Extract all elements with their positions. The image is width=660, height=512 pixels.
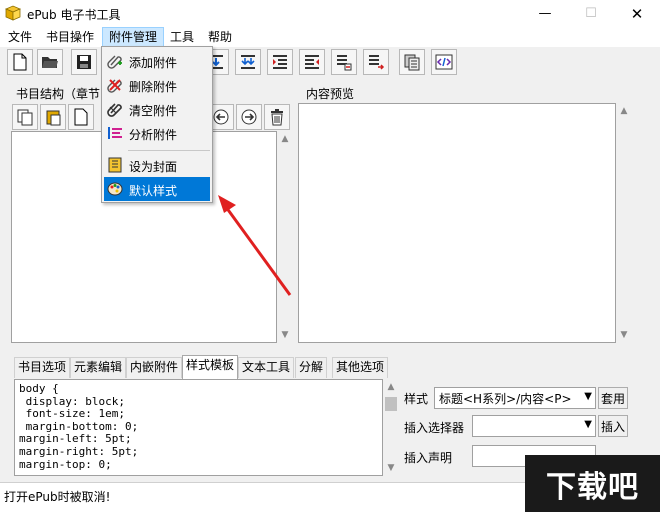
- trash-icon[interactable]: [264, 104, 290, 130]
- menu-set-as-cover-label: 设为封面: [129, 160, 178, 174]
- paperclip-delete-icon: [107, 77, 123, 93]
- new-chapter-icon[interactable]: [68, 104, 94, 130]
- menu-bar: 文件 书目操作 附件管理 工具 帮助: [0, 27, 660, 47]
- css-code-editor[interactable]: body { display: block; font-size: 1em; m…: [14, 379, 383, 476]
- title-bar: ePub 电子书工具 — ☐ ✕: [0, 0, 660, 27]
- scroll-thumb[interactable]: [385, 397, 397, 411]
- cover-icon: [107, 157, 123, 173]
- minimize-button[interactable]: —: [522, 0, 568, 27]
- menu-delete-attachment-label: 删除附件: [129, 80, 178, 94]
- chevron-down-icon: ▼: [584, 391, 592, 402]
- paperclip-add-icon: [107, 53, 123, 69]
- toolbar: [0, 47, 660, 79]
- outdent-icon[interactable]: [299, 49, 325, 75]
- status-text: 打开ePub时被取消!: [4, 490, 111, 504]
- tab-split[interactable]: 分解: [295, 357, 328, 378]
- paperclip-clear-icon: [107, 101, 123, 117]
- new-file-icon[interactable]: [7, 49, 33, 75]
- tab-book-options[interactable]: 书目选项: [14, 357, 71, 378]
- window-title: ePub 电子书工具: [27, 8, 121, 22]
- tab-embedded-attachments[interactable]: 内嵌附件: [126, 357, 183, 378]
- code-line: margin-top: 0;: [19, 457, 112, 471]
- arrow-right-icon[interactable]: [236, 104, 262, 130]
- scroll-down-icon[interactable]: ▼: [277, 327, 293, 343]
- style-select-value: 标题<H系列>/内容<P>: [439, 392, 572, 406]
- scroll-down-icon[interactable]: ▼: [616, 327, 632, 343]
- scroll-up-icon[interactable]: ▲: [383, 379, 399, 395]
- code-line: font-size: 1em;: [19, 407, 125, 421]
- menu-default-style[interactable]: 默认样式: [104, 177, 210, 201]
- code-line: body {: [19, 382, 59, 395]
- attachment-menu: 添加附件 删除附件 清空附件 分析附件 设为封面 默认样式: [101, 46, 213, 203]
- paste-icon[interactable]: [40, 104, 66, 130]
- menu-attachment-management[interactable]: 附件管理: [102, 27, 165, 47]
- content-preview-area[interactable]: [298, 103, 616, 343]
- menu-clear-attachments[interactable]: 清空附件: [104, 97, 210, 121]
- menu-tools[interactable]: 工具: [164, 27, 200, 47]
- open-folder-icon[interactable]: [37, 49, 63, 75]
- scroll-down-icon[interactable]: ▼: [383, 460, 399, 476]
- copy-icon[interactable]: [12, 104, 38, 130]
- style-select[interactable]: 标题<H系列>/内容<P> ▼: [434, 387, 596, 409]
- insert-declaration-label: 插入声明: [404, 451, 453, 465]
- style-label: 样式: [404, 392, 429, 406]
- menu-add-attachment[interactable]: 添加附件: [104, 49, 210, 73]
- app-book-icon: [4, 5, 22, 21]
- insert-selector-select[interactable]: ▼: [472, 415, 596, 437]
- copy-pages-icon[interactable]: [399, 49, 425, 75]
- book-structure-label: 书目结构（章节: [16, 87, 101, 101]
- menu-clear-attachments-label: 清空附件: [129, 104, 178, 118]
- save-icon[interactable]: [71, 49, 97, 75]
- split-icon[interactable]: [331, 49, 357, 75]
- maximize-button[interactable]: ☐: [568, 0, 614, 27]
- code-scrollbar[interactable]: ▲ ▼: [383, 379, 399, 476]
- scroll-up-icon[interactable]: ▲: [277, 131, 293, 147]
- apply-button[interactable]: 套用: [598, 387, 628, 409]
- menu-default-style-label: 默认样式: [129, 184, 178, 198]
- palette-icon: [107, 181, 123, 197]
- indent-icon[interactable]: [267, 49, 293, 75]
- insert-selector-label: 插入选择器: [404, 421, 465, 435]
- menu-add-attachment-label: 添加附件: [129, 56, 178, 70]
- annotation-arrow-icon: [218, 195, 292, 296]
- menu-help[interactable]: 帮助: [202, 27, 238, 47]
- chevron-down-icon: ▼: [584, 419, 592, 430]
- tab-other-options[interactable]: 其他选项: [332, 357, 389, 378]
- tab-element-edit[interactable]: 元素编辑: [70, 357, 127, 378]
- preview-scrollbar[interactable]: ▲ ▼: [616, 103, 632, 343]
- close-button[interactable]: ✕: [614, 0, 660, 27]
- insert-selector-button[interactable]: 插入: [598, 415, 628, 437]
- menu-set-as-cover[interactable]: 设为封面: [104, 153, 210, 177]
- analyze-icon: [107, 125, 123, 141]
- code-view-icon[interactable]: [431, 49, 457, 75]
- menu-analyze-attachments-label: 分析附件: [129, 128, 178, 142]
- menu-separator: [128, 150, 210, 151]
- menu-file[interactable]: 文件: [2, 27, 38, 47]
- code-line: margin-right: 5pt;: [19, 444, 139, 458]
- menu-delete-attachment[interactable]: 删除附件: [104, 73, 210, 97]
- menu-book-operations[interactable]: 书目操作: [40, 27, 100, 47]
- merge-icon[interactable]: [363, 49, 389, 75]
- content-preview-label: 内容预览: [306, 87, 355, 101]
- tab-style-template[interactable]: 样式模板: [182, 355, 239, 379]
- tab-text-tools[interactable]: 文本工具: [238, 357, 295, 378]
- scroll-up-icon[interactable]: ▲: [616, 103, 632, 119]
- menu-analyze-attachments[interactable]: 分析附件: [104, 121, 210, 145]
- move-bottom-icon[interactable]: [235, 49, 261, 75]
- site-watermark-logo: 下载吧: [525, 455, 660, 512]
